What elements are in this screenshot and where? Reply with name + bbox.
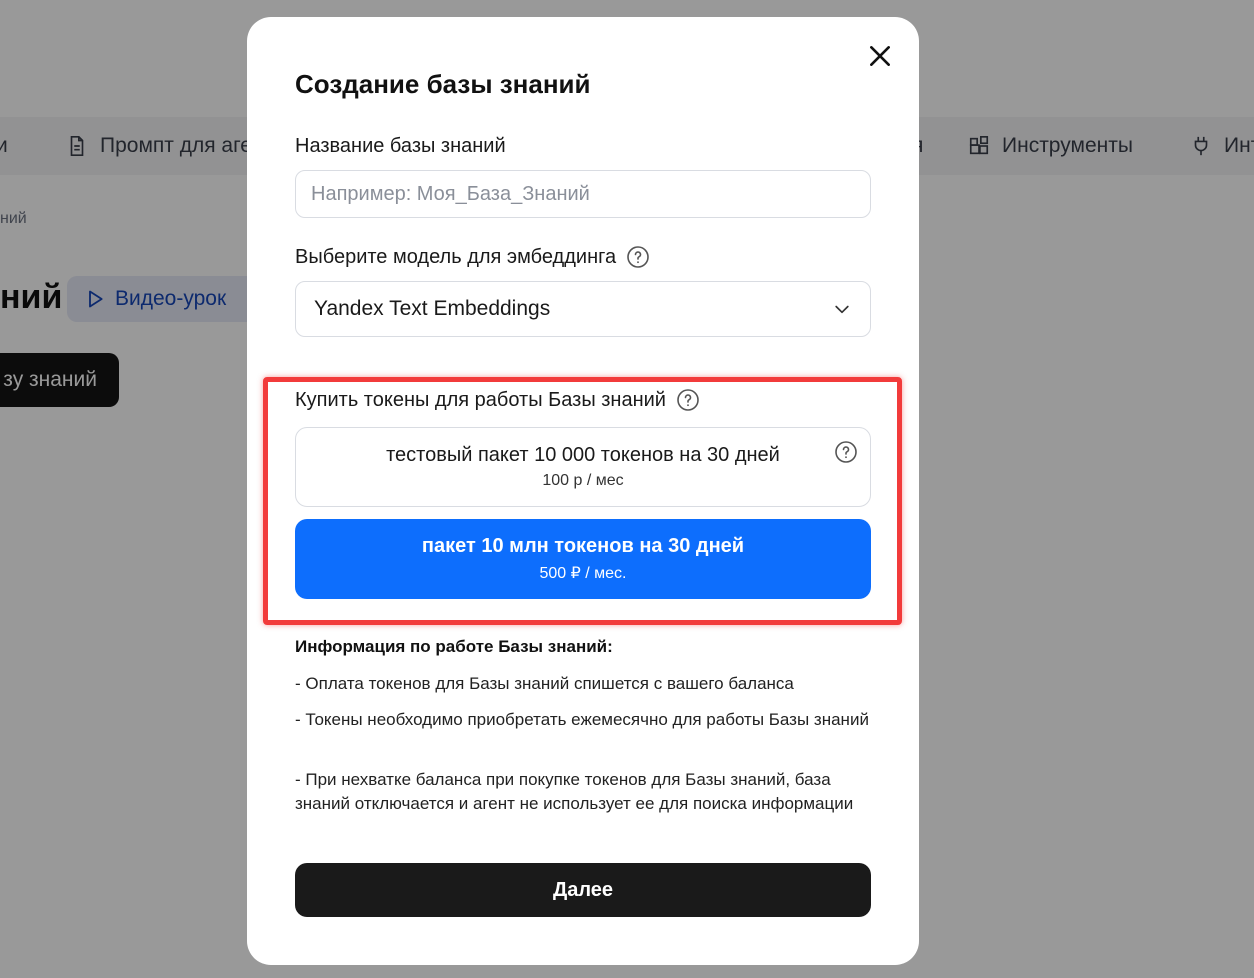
close-icon [870,46,890,66]
model-label: Выберите модель для эмбеддинга [295,245,650,269]
modal-title: Создание базы знаний [295,69,591,99]
package-price: 100 р / мес [542,472,624,489]
package-name: пакет 10 млн токенов на 30 дней [421,535,745,557]
knowledge-base-name-input[interactable] [295,170,871,218]
tokens-label: Купить токены для работы Базы знаний [295,388,700,412]
info-title: Информация по работе Базы знаний: [295,637,613,656]
package-name: тестовый пакет 10 000 токенов на 30 дней [386,444,780,466]
help-icon[interactable] [834,440,858,464]
next-button[interactable]: Далее [295,863,871,917]
create-knowledge-base-modal: Создание базы знаний Название базы знани… [247,17,919,965]
test-package-option[interactable]: тестовый пакет 10 000 токенов на 30 дней… [295,427,871,507]
name-label: Название базы знаний [295,135,506,157]
close-button[interactable] [867,43,893,69]
embedding-model-select[interactable]: Yandex Text Embeddings [295,281,871,337]
embedding-model-value: Yandex Text Embeddings [314,297,551,320]
chevron-down-icon [835,305,849,314]
info-item: - При нехватке баланса при покупке токен… [295,770,854,813]
help-icon[interactable] [626,245,650,269]
package-price: 500 ₽ / мес. [539,565,627,582]
info-item: - Оплата токенов для Базы знаний спишетс… [295,674,794,693]
10m-package-option[interactable]: пакет 10 млн токенов на 30 дней 500 ₽ / … [295,519,871,599]
info-item: - Токены необходимо приобретать ежемесяч… [295,710,869,729]
help-icon[interactable] [676,388,700,412]
